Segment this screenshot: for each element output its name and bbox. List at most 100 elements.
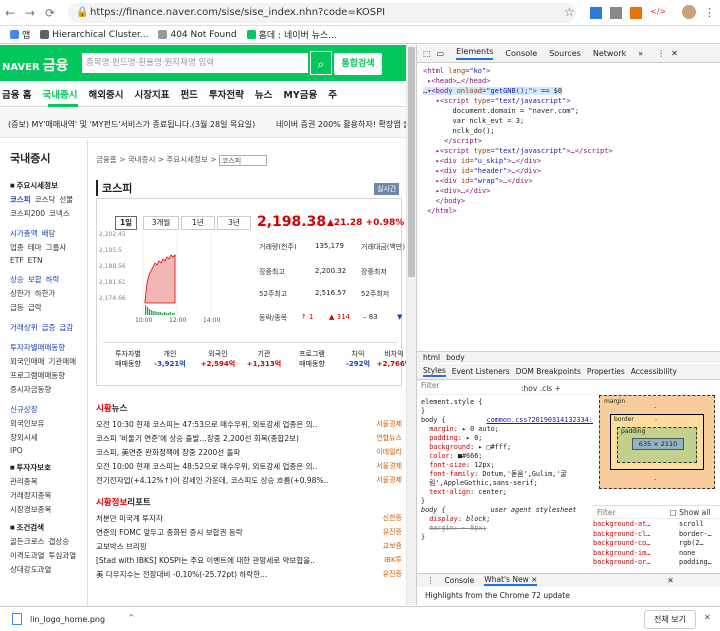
bookmark-apps[interactable]: 앱 <box>10 28 30 41</box>
inspect-icon[interactable]: ⬚ <box>423 49 431 58</box>
styles-pane[interactable]: element.style { } body { common.css?2019… <box>417 396 593 578</box>
period-tab[interactable]: 3개월 <box>143 216 179 230</box>
sidebar-item[interactable]: ETF <box>10 256 24 265</box>
drawer-close-icon[interactable]: ✕ <box>667 576 673 585</box>
news-item[interactable]: 오전 10:30 현재 코스피는 47:53으로 매수우위, 외토강세 업종은 … <box>96 419 402 430</box>
naver-logo[interactable]: NAVER 금융 <box>2 55 68 75</box>
menu-icon[interactable]: ⋮ <box>704 6 715 19</box>
news-item[interactable]: 코스피, 美연준 완화정책에 장중 2200선 돌파 이데일리 <box>96 447 402 458</box>
computed-row[interactable]: background-co… rgb(2… <box>593 539 720 549</box>
sidebar-item[interactable]: 업종 <box>10 243 24 252</box>
nav-item[interactable]: MY금융 <box>283 87 317 101</box>
sidebar-item[interactable]: 거래상위 <box>10 323 38 332</box>
nav-item[interactable]: 주 <box>328 87 337 101</box>
sidebar-item[interactable]: 투심과열 <box>49 551 77 560</box>
close-icon[interactable]: ✕ <box>704 613 711 622</box>
bookmark-item[interactable]: Hierarchical Cluster... <box>40 30 148 40</box>
sidebar-item[interactable]: 시장경보종목 <box>10 505 51 514</box>
sidebar-item[interactable]: 그룹사 <box>46 243 67 252</box>
reload-icon[interactable]: ⟳ <box>40 6 60 20</box>
news-item[interactable]: 처분만 미국계 투자자 신한증 <box>96 513 402 524</box>
news-title[interactable]: 코스피, 美연준 완화정책에 장중 2200선 돌파 <box>96 447 240 458</box>
extension-icon[interactable] <box>590 7 602 19</box>
computed-row[interactable]: background-cl… border-… <box>593 530 720 540</box>
period-tab[interactable]: 1년 <box>181 216 215 230</box>
sidebar-item[interactable]: 골든크로스 <box>10 537 45 546</box>
upper-limit-count[interactable]: ↑ 1 <box>301 313 314 321</box>
sidebar-item[interactable]: IPO <box>10 446 23 455</box>
sidebar-item[interactable]: 장외시세 <box>10 433 38 442</box>
news-title[interactable]: 전기전자업(+4.12%↑)이 강세인 가운데, 코스피도 상승 흐름(+0.9… <box>96 475 328 486</box>
advance-count[interactable]: ▲ 314 <box>329 313 350 321</box>
news-title[interactable]: 교보박스 브리핑 <box>96 541 147 552</box>
sidebar-item[interactable]: 급증 <box>42 323 56 332</box>
bookmark-item[interactable]: 404 Not Found <box>158 30 237 40</box>
news-item[interactable]: [Stad with IBKS] KOSPI는 주요 이벤트에 대한 관망세로 … <box>96 555 402 566</box>
sidebar-item[interactable]: 코스피200 <box>10 209 45 218</box>
sidebar-item[interactable]: 투자자별매매동향 <box>10 343 65 352</box>
sidebar-item[interactable]: 코넥스 <box>49 209 70 218</box>
address-bar[interactable]: 🔒 https://finance.naver.com/sise/sise_in… <box>68 3 576 23</box>
sidebar-item[interactable]: 외국인매매 <box>10 357 45 366</box>
news-heading[interactable]: 시황정보리포트 <box>96 496 402 508</box>
tab-elements[interactable]: Elements <box>456 47 494 60</box>
tab-console[interactable]: Console <box>505 49 537 58</box>
breadcrumb-select[interactable]: 코스피 <box>218 154 267 166</box>
sidebar-item[interactable]: 보합 <box>28 275 42 284</box>
sidebar-item[interactable]: 시가총액 <box>10 229 38 238</box>
news-title[interactable]: [Stad with IBKS] KOSPI는 주요 이벤트에 대한 관망세로 … <box>96 555 315 566</box>
download-filename[interactable]: lin_logo_home.png <box>30 615 105 624</box>
sidebar-item[interactable]: 급등 <box>10 303 24 312</box>
profile-avatar[interactable] <box>682 5 696 19</box>
sidebar-item[interactable]: 상한가 <box>10 289 31 298</box>
device-icon[interactable]: ▭ <box>437 49 445 58</box>
news-title[interactable]: 오전 10:30 현재 코스피는 47:53으로 매수우위, 외토강세 업종은 … <box>96 419 317 430</box>
search-icon[interactable]: ⌕ <box>310 51 332 75</box>
scrollbar-thumb[interactable] <box>408 47 415 277</box>
period-tab[interactable]: 3년 <box>217 216 251 230</box>
forward-icon[interactable]: → <box>20 6 40 20</box>
news-item[interactable]: 교보박스 브리핑 교보증 <box>96 541 402 552</box>
news-item[interactable]: 오전 10:00 현재 코스피는 48:52으로 매수우위, 외토강세 업종은 … <box>96 461 402 472</box>
computed-row[interactable]: background-or… padding… <box>593 558 720 568</box>
computed-row[interactable]: background-im… none <box>593 549 720 559</box>
extension-icon[interactable] <box>630 7 642 19</box>
styles-filter-input[interactable]: Filter <box>417 381 593 395</box>
nav-item[interactable]: 펀드 <box>180 87 197 101</box>
news-item[interactable]: 美 다우지수는 전장대비 -0.10%(-25.72pt) 하락한... 유진증 <box>96 569 402 580</box>
nav-item[interactable]: 금융 홈 <box>2 87 32 101</box>
news-item[interactable]: 코스피 '비둘기 연준'에 상승 출발…장중 2,200선 회복(종합2보) 연합… <box>96 433 402 444</box>
show-all-downloads-button[interactable]: 전체 보기 <box>644 610 696 629</box>
tab-network[interactable]: Network <box>593 49 626 58</box>
notice-right[interactable]: 네이버 증권 200% 활용하자! 확장앱 출시 <box>276 119 418 130</box>
nav-item-active[interactable]: 국내증시 <box>43 87 78 101</box>
unchanged-count[interactable]: – 83 <box>363 313 378 321</box>
sidebar-item[interactable]: 선물 <box>59 195 73 204</box>
show-all-checkbox[interactable]: □ Show all <box>670 508 711 517</box>
back-icon[interactable]: ← <box>0 6 20 20</box>
news-title[interactable]: 오전 10:00 현재 코스피는 48:52으로 매수우위, 외토강세 업종은 … <box>96 461 317 472</box>
chevron-up-icon[interactable]: ^ <box>128 613 135 622</box>
sidebar-item[interactable]: 거래정지종목 <box>10 491 51 500</box>
nav-item[interactable]: 시장지표 <box>134 87 169 101</box>
sidebar-item[interactable]: 외국인보유 <box>10 419 45 428</box>
sidebar-item[interactable]: 관리종목 <box>10 477 38 486</box>
page-scrollbar[interactable] <box>406 45 416 605</box>
tab-accessibility[interactable]: Accessibility <box>631 367 677 376</box>
hov-cls-toggles[interactable]: :hov .cls + <box>521 384 561 393</box>
computed-filter[interactable]: Filter □ Show all <box>593 505 720 519</box>
news-title[interactable]: 美 다우지수는 전장대비 -0.10%(-25.72pt) 하락한... <box>96 569 267 580</box>
sidebar-item[interactable]: 신규상장 <box>10 405 38 414</box>
bookmark-star-icon[interactable]: ☆ <box>564 5 575 19</box>
tab-event-listeners[interactable]: Event Listeners <box>452 367 510 376</box>
notice-left[interactable]: (증보) MY'매매내역' 및 'MY펀드'서비스가 종료됩니다.(3월 28일… <box>8 119 255 130</box>
news-item[interactable]: 연준의 FOMC 앞두고 종화된 증시 보합권 등락 유진증 <box>96 527 402 538</box>
tab-dom-breakpoints[interactable]: DOM Breakpoints <box>516 367 581 376</box>
sidebar-item[interactable]: 이격도과열 <box>10 551 45 560</box>
sidebar-item[interactable]: 하락 <box>46 275 60 284</box>
drawer-tab-whats-new[interactable]: What's New × <box>484 575 538 586</box>
kebab-menu-icon[interactable]: ⋮ <box>657 49 665 58</box>
sidebar-item[interactable]: ETN <box>28 256 43 265</box>
sidebar-item[interactable]: 하한가 <box>35 289 56 298</box>
sidebar-item[interactable]: 기관매매 <box>49 357 77 366</box>
